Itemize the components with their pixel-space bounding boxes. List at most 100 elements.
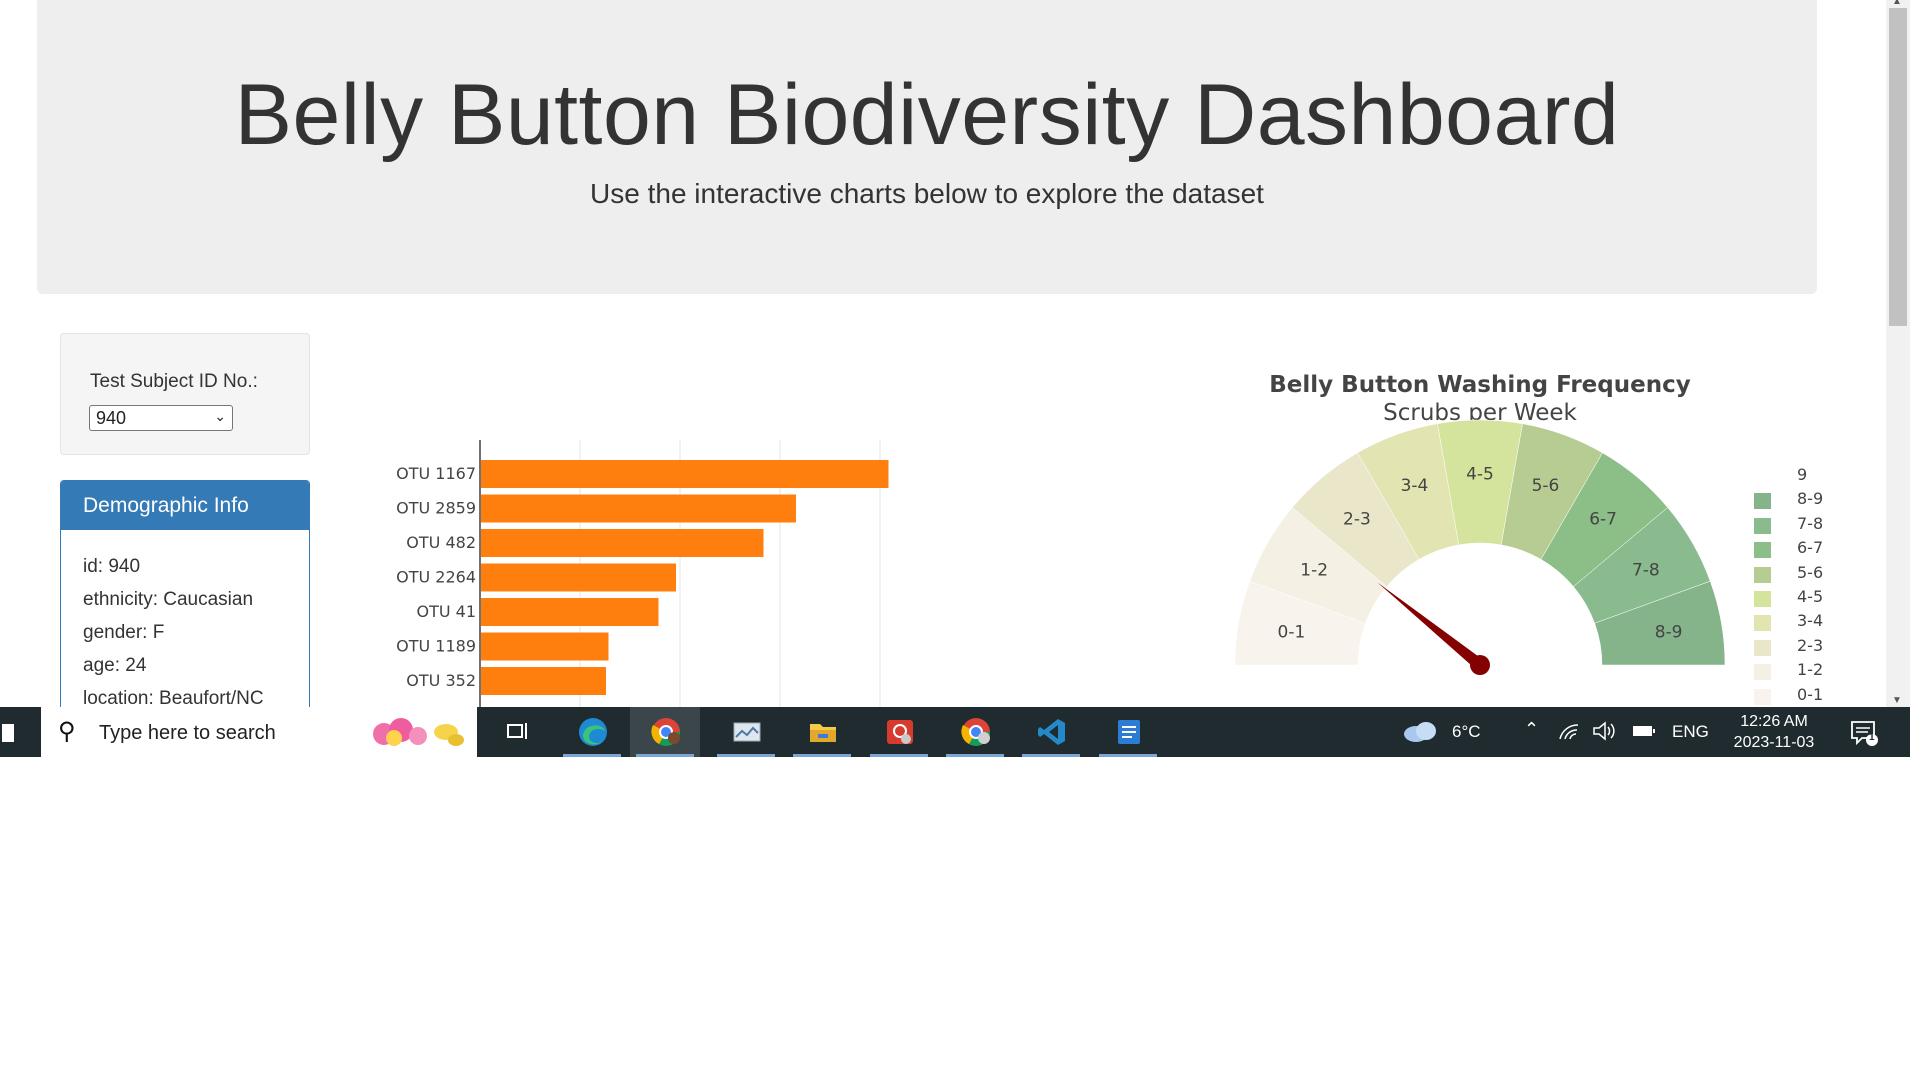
legend-swatch — [1754, 639, 1771, 656]
scroll-down-icon[interactable]: ▼ — [1892, 695, 1902, 706]
bar-tick-label: OTU 2264 — [396, 568, 476, 587]
photos-app-icon — [733, 722, 761, 742]
gauge-section-label: 8-9 — [1655, 623, 1683, 643]
subject-selector-well: Test Subject ID No.: 940 ⌄ — [60, 333, 310, 455]
subject-id-dropdown[interactable]: 940 ⌄ — [89, 405, 233, 431]
chevron-down-icon: ⌄ — [214, 408, 226, 424]
bar-tick-label: OTU 482 — [406, 533, 476, 552]
legend-label: 6-7 — [1797, 538, 1824, 558]
gauge-section-label: 7-8 — [1632, 560, 1660, 580]
start-button[interactable] — [0, 707, 38, 757]
bar-tick-label: OTU 1167 — [396, 464, 476, 483]
chrome-icon — [651, 718, 680, 746]
legend-swatch — [1754, 664, 1771, 681]
bar-otu-482 — [481, 529, 764, 557]
bar-otu-1167 — [481, 460, 889, 488]
wifi-icon — [1559, 724, 1579, 740]
vscode-icon — [1038, 719, 1065, 745]
legend-swatch — [1754, 615, 1771, 632]
cloud-icon — [1404, 722, 1436, 742]
language-indicator: ENG — [1672, 722, 1709, 741]
legend-label: 9 — [1797, 465, 1808, 484]
subject-id-value: 940 — [96, 408, 127, 428]
taskbar-app-red[interactable] — [864, 707, 934, 757]
task-view-button[interactable] — [480, 707, 550, 757]
windows-logo-icon — [2, 724, 14, 742]
legend-label: 1-2 — [1797, 660, 1824, 680]
taskbar-word[interactable] — [1093, 707, 1163, 757]
taskbar-chrome-profile-1[interactable] — [630, 707, 700, 757]
page-scrollbar[interactable]: ▲ ▼ — [1886, 0, 1910, 710]
word-icon — [1118, 720, 1140, 744]
legend-label: 7-8 — [1797, 513, 1824, 533]
gauge-section-label: 1-2 — [1300, 560, 1328, 580]
battery-icon — [1633, 726, 1655, 736]
search-highlight-flower-icon — [373, 718, 464, 746]
legend-swatch — [1754, 688, 1771, 705]
taskbar-search-box[interactable]: ⚲ Type here to search — [41, 707, 477, 757]
taskbar-vscode[interactable] — [1016, 707, 1086, 757]
legend-swatch — [1754, 517, 1771, 534]
gauge-section-label: 0-1 — [1278, 623, 1306, 643]
chevron-up-icon: ⌃ — [1524, 719, 1540, 739]
notification-count: 1 — [1869, 732, 1875, 743]
subject-selector-label: Test Subject ID No.: — [90, 371, 258, 392]
demographic-ethnicity: ethnicity: Caucasian — [83, 589, 254, 610]
top-otu-bar-chart: OTU 1167 OTU 2859 OTU 482 OTU 2264 OTU 41 OTU… — [396, 440, 889, 710]
legend-label: 8-9 — [1797, 489, 1824, 509]
bar-tick-label: OTU 1189 — [396, 637, 476, 656]
scroll-up-icon[interactable]: ▲ — [1892, 0, 1902, 7]
red-app-icon — [887, 720, 913, 744]
screen: Belly Button Biodiversity Dashboard Use … — [0, 0, 1920, 757]
legend-label: 5-6 — [1797, 562, 1824, 582]
bar-otu-352 — [481, 667, 606, 695]
gauge-needle-hub — [1470, 655, 1490, 675]
bar-otu-2859 — [481, 494, 796, 523]
demographic-panel-heading: Demographic Info — [61, 481, 309, 530]
blank-area-below-screen — [0, 757, 1920, 1080]
washing-frequency-gauge: 0-1 1-2 2-3 3-4 4-5 5-6 6-7 7-8 8-9 — [1234, 419, 1726, 675]
clock-time: 12:26 AM — [1740, 713, 1808, 730]
clock-date: 2023-11-03 — [1733, 734, 1815, 751]
taskbar-chrome-profile-2[interactable] — [940, 707, 1010, 757]
gauge-section-label: 5-6 — [1532, 476, 1560, 496]
gauge-section-label: 3-4 — [1401, 476, 1429, 496]
taskbar-edge[interactable] — [557, 707, 627, 757]
folder-icon — [810, 724, 836, 742]
legend-label: 3-4 — [1797, 611, 1824, 631]
page-subtitle: Use the interactive charts below to expl… — [590, 178, 1264, 209]
notification-icon — [1851, 721, 1878, 746]
demographic-panel-body: id: 940 ethnicity: Caucasian gender: F a… — [61, 530, 309, 735]
gauge-section-label: 2-3 — [1343, 509, 1371, 529]
edge-icon — [579, 718, 607, 746]
demographic-id: id: 940 — [83, 556, 141, 577]
legend-swatch — [1754, 493, 1771, 510]
gauge-section-label: 6-7 — [1589, 509, 1617, 529]
legend-label: 0-1 — [1797, 684, 1824, 704]
legend-swatch — [1754, 542, 1771, 559]
bar-tick-label: OTU 2859 — [396, 499, 476, 518]
search-placeholder: Type here to search — [99, 722, 276, 744]
page-title: Belly Button Biodiversity Dashboard — [234, 67, 1620, 163]
search-icon: ⚲ — [58, 718, 76, 745]
bar-tick-label: OTU 352 — [406, 671, 476, 690]
scrollbar-thumb[interactable] — [1889, 8, 1907, 326]
speaker-icon — [1593, 721, 1615, 741]
taskbar-photos[interactable] — [711, 707, 781, 757]
windows-taskbar: ⚲ Type here to search 6°C ⌃ ENG 12:26 AM… — [0, 707, 1910, 757]
task-view-icon — [507, 723, 527, 739]
weather-temperature: 6°C — [1452, 722, 1481, 741]
gauge-needle — [1377, 582, 1484, 670]
bar-tick-label: OTU 41 — [416, 602, 476, 621]
taskbar-file-explorer[interactable] — [787, 707, 857, 757]
bar-otu-1189 — [481, 632, 609, 661]
chrome-icon — [961, 718, 990, 746]
bar-otu-41 — [481, 598, 659, 626]
gauge-section-label: 4-5 — [1466, 465, 1494, 485]
header-jumbotron: Belly Button Biodiversity Dashboard Use … — [37, 0, 1817, 294]
legend-swatch — [1754, 566, 1771, 583]
demographic-gender: gender: F — [83, 622, 165, 643]
taskbar-clock[interactable]: 12:26 AM 2023-11-03 — [1722, 711, 1826, 753]
legend-label: 4-5 — [1797, 587, 1824, 606]
legend-label: 2-3 — [1797, 635, 1824, 655]
